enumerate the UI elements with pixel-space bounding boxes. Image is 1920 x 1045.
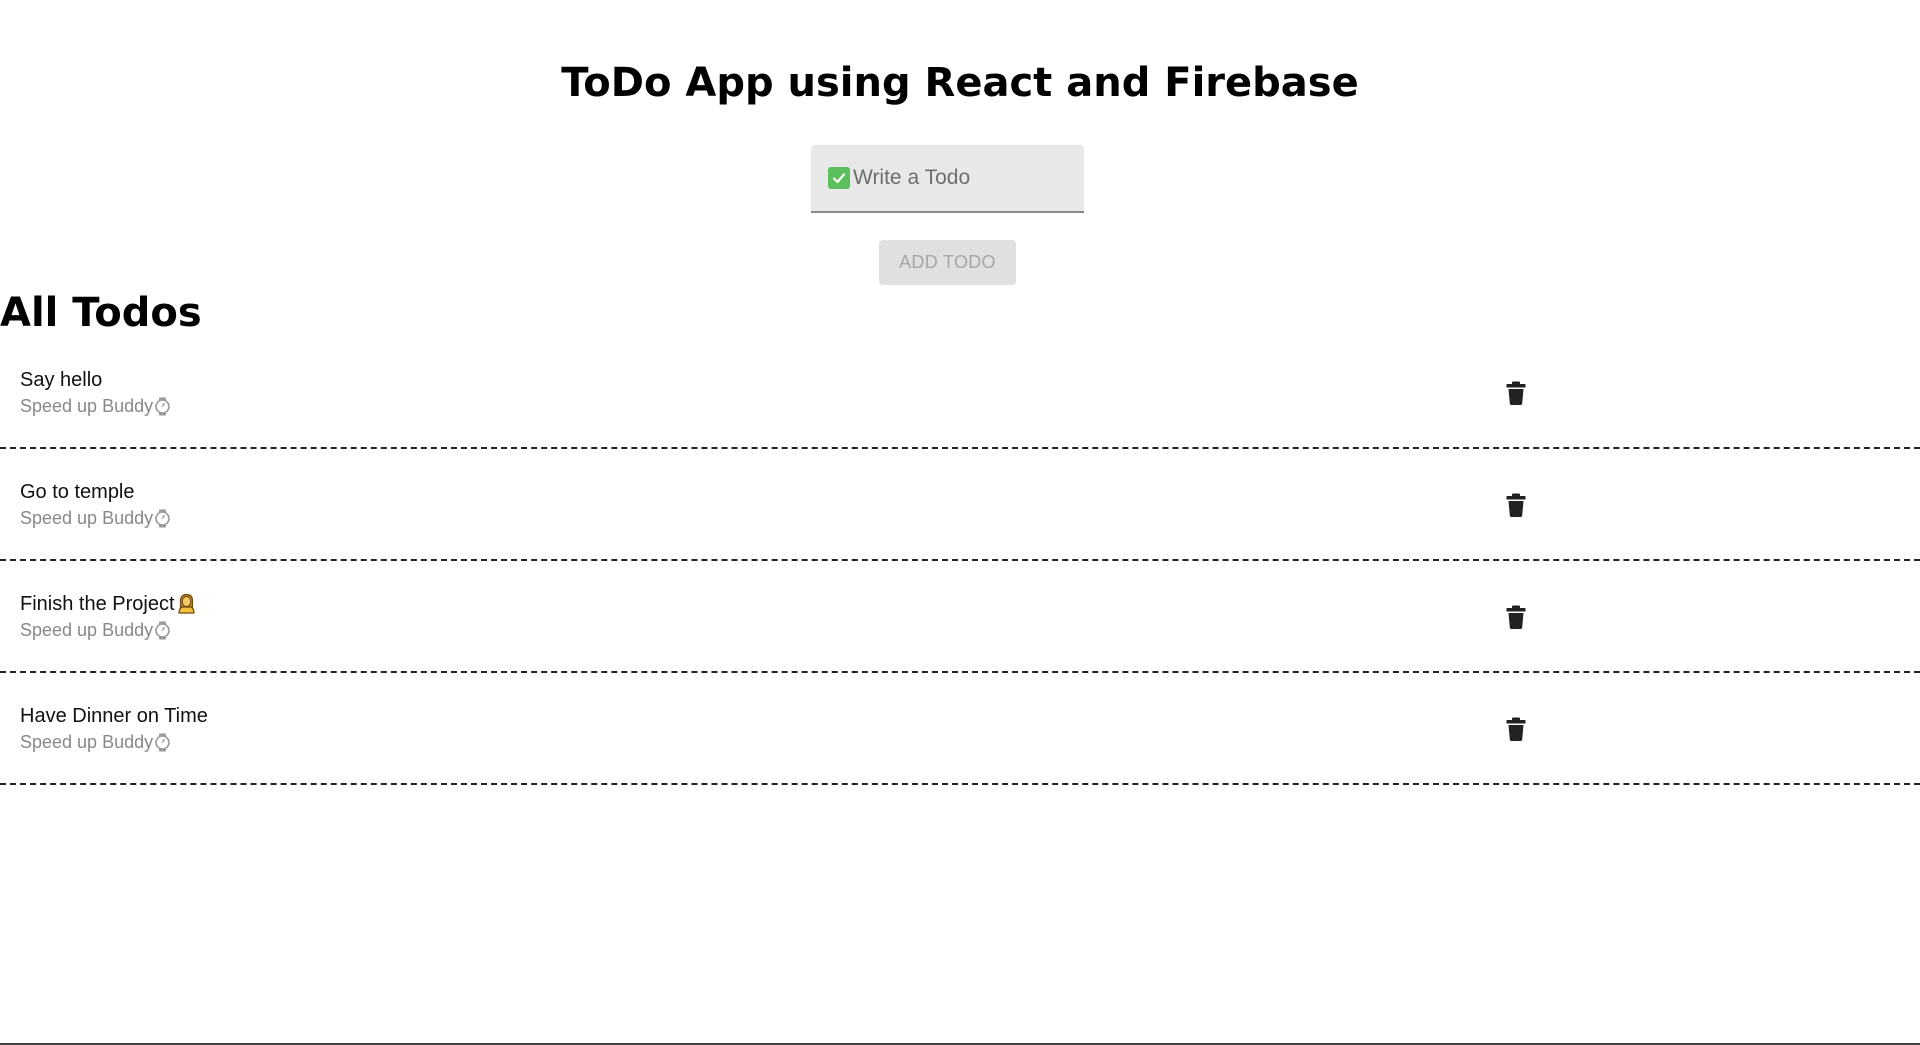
delete-button[interactable] [1502,490,1530,520]
todo-item: Finish the Project Speed up Buddy [0,562,1920,673]
todo-text: Have Dinner on Time [20,705,208,727]
watch-icon [154,397,171,416]
todo-subtitle: Speed up Buddy [20,508,154,528]
trash-icon [1506,605,1526,629]
watch-icon [154,621,171,640]
todo-subtitle: Speed up Buddy [20,396,154,416]
todo-text: Go to temple [20,481,135,503]
todo-subtitle: Speed up Buddy [20,620,154,640]
check-box-icon [828,167,850,189]
todo-text: Finish the Project [20,593,175,615]
todo-input[interactable] [850,166,1073,190]
todo-item: Say hello Speed up Buddy [0,338,1920,449]
add-todo-button[interactable]: ADD TODO [879,240,1016,285]
trash-icon [1506,381,1526,405]
todo-subtitle: Speed up Buddy [20,732,154,752]
person-emoji-icon [176,593,197,615]
watch-icon [154,733,171,752]
todo-input-field[interactable] [811,145,1084,213]
watch-icon [154,509,171,528]
trash-icon [1506,493,1526,517]
page-title: ToDo App using React and Firebase [561,60,1359,106]
todo-app-page: ToDo App using React and Firebase ADD TO… [0,0,1920,1045]
delete-button[interactable] [1502,378,1530,408]
trash-icon [1506,717,1526,741]
section-title: All Todos [0,290,202,336]
todo-text: Say hello [20,369,103,391]
delete-button[interactable] [1502,714,1530,744]
todo-list: Say hello Speed up Buddy Go to temple Sp… [0,338,1920,785]
delete-button[interactable] [1502,602,1530,632]
todo-item: Have Dinner on Time Speed up Buddy [0,674,1920,785]
todo-item: Go to temple Speed up Buddy [0,450,1920,561]
